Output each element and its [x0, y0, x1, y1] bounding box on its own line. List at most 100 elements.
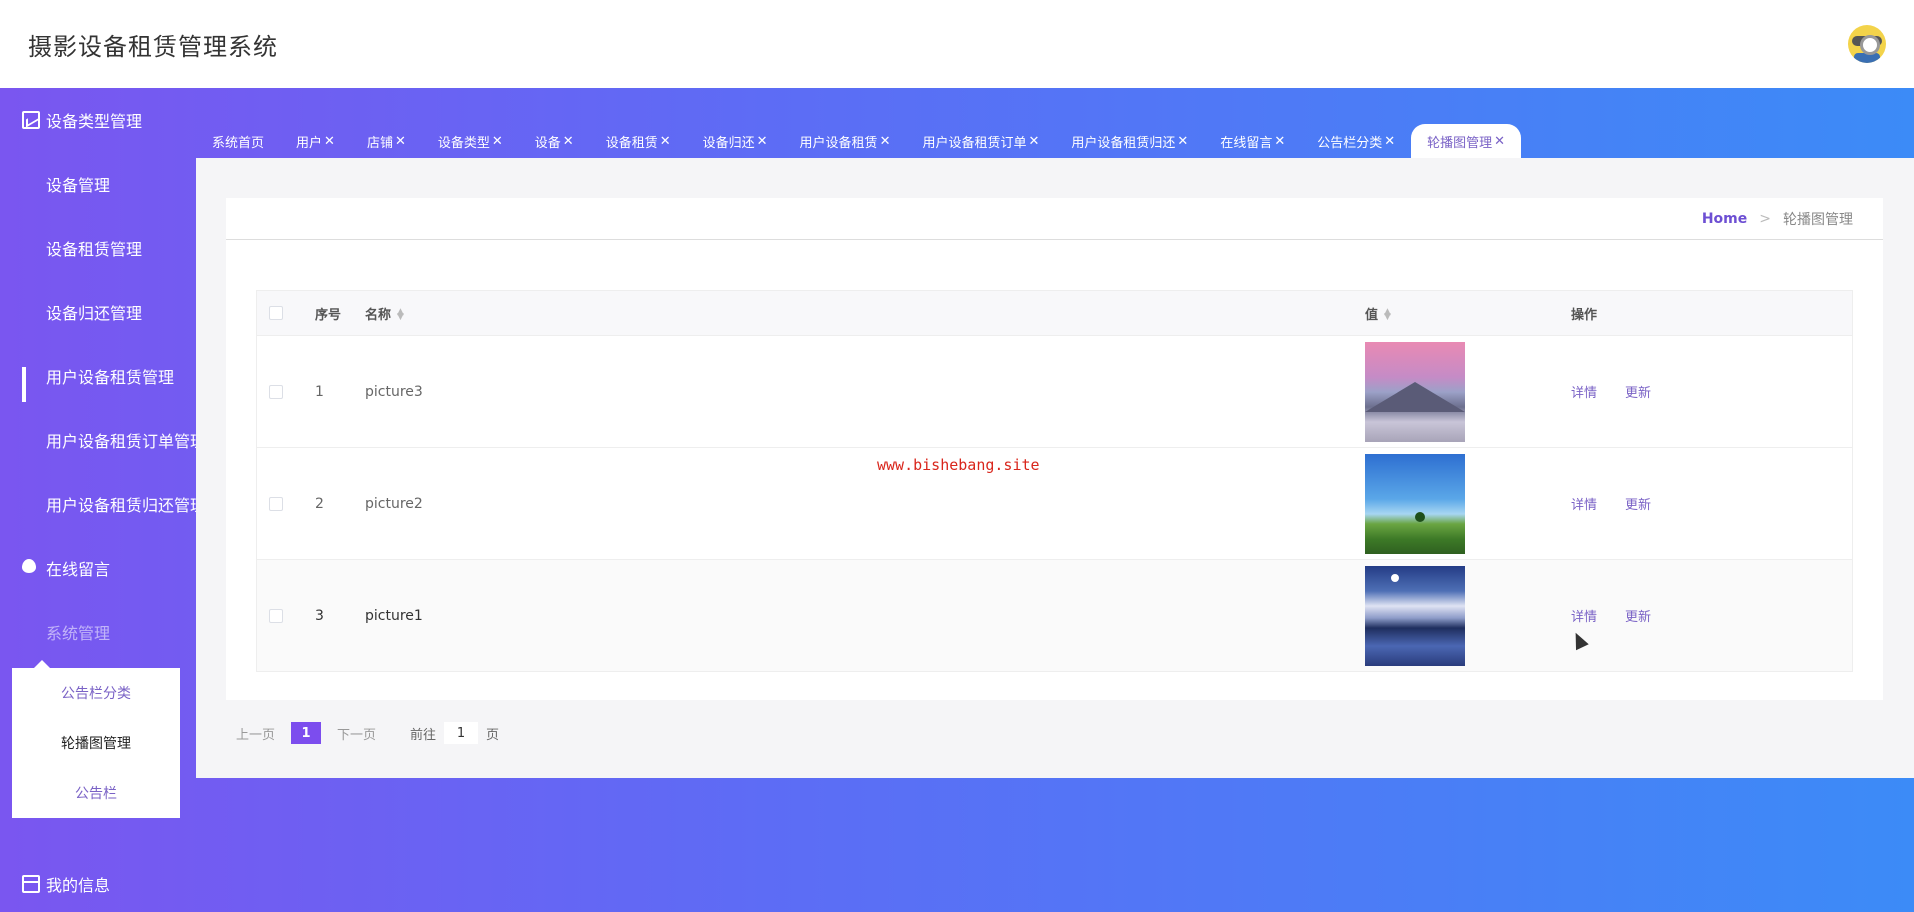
update-button[interactable]: 更新	[1625, 382, 1651, 401]
row-checkbox[interactable]	[269, 608, 283, 623]
carousel-image-thumbnail[interactable]	[1365, 565, 1465, 666]
close-icon[interactable]: ✕	[880, 134, 891, 149]
tab-label: 公告栏分类	[1317, 135, 1383, 151]
table-header: 序号 名称 ▲ ▼ 值 ▲ ▼ 操作	[257, 291, 1852, 335]
submenu-item-notice[interactable]: 公告栏	[12, 768, 180, 818]
close-icon[interactable]: ✕	[395, 134, 406, 149]
tab-label: 设备租赁	[605, 135, 658, 151]
sidebar-item-label: 在线留言	[46, 560, 111, 579]
tab-user[interactable]: 用户 ✕	[280, 124, 351, 158]
close-icon[interactable]: ✕	[1028, 134, 1039, 149]
column-header-ops: 操作	[1571, 307, 1598, 323]
row-checkbox[interactable]	[269, 384, 283, 399]
sort-icon[interactable]: ▲ ▼	[1384, 308, 1391, 322]
close-icon[interactable]: ✕	[324, 134, 335, 149]
select-all-checkbox[interactable]	[269, 306, 283, 320]
sidebar-item-label: 我的信息	[46, 876, 111, 895]
submenu-item-carousel[interactable]: 轮播图管理	[12, 718, 180, 768]
tab-label: 设备	[534, 135, 561, 151]
close-icon[interactable]: ✕	[492, 134, 503, 149]
column-header-name[interactable]: 名称 ▲ ▼	[365, 304, 1365, 323]
sidebar-item-user-rental-order[interactable]: 用户设备租赁订单管理	[0, 408, 196, 472]
tab-label: 用户设备租赁订单	[922, 135, 1027, 151]
pagination: 上一页 1 下一页 前往 1 页	[236, 722, 499, 744]
app-title: 摄影设备租赁管理系统	[28, 32, 278, 61]
sidebar-item-device-type[interactable]: 设备类型管理	[0, 88, 196, 152]
sidebar-item-label: 用户设备租赁管理	[46, 368, 175, 387]
tab-rental[interactable]: 设备租赁 ✕	[590, 124, 687, 158]
breadcrumb-separator: >	[1759, 210, 1771, 227]
user-avatar[interactable]	[1848, 25, 1886, 63]
carousel-image-thumbnail[interactable]	[1365, 341, 1465, 442]
close-icon[interactable]: ✕	[1494, 134, 1505, 149]
grid-icon	[22, 431, 40, 449]
tab-return[interactable]: 设备归还 ✕	[687, 124, 784, 158]
sidebar-item-system[interactable]: 系统管理	[0, 600, 196, 664]
column-header-label: 值	[1365, 307, 1379, 323]
sidebar-item-return[interactable]: 设备归还管理	[0, 280, 196, 344]
sidebar-item-label: 用户设备租赁归还管理	[46, 496, 196, 515]
tab-device[interactable]: 设备 ✕	[519, 124, 590, 158]
watermark-text: www.bishebang.site	[877, 456, 1040, 474]
tab-label: 用户设备租赁	[799, 135, 878, 151]
tab-shop[interactable]: 店铺 ✕	[351, 124, 422, 158]
sidebar-item-messages[interactable]: 在线留言	[0, 536, 196, 600]
sidebar-item-label: 设备类型管理	[46, 112, 143, 131]
breadcrumb-home[interactable]: Home	[1702, 211, 1747, 227]
row-name: picture3	[365, 383, 423, 400]
close-icon[interactable]: ✕	[757, 134, 768, 149]
tab-user-rental-order[interactable]: 用户设备租赁订单 ✕	[906, 124, 1055, 158]
sidebar-item-rental[interactable]: 设备租赁管理	[0, 216, 196, 280]
column-header-value[interactable]: 值 ▲ ▼	[1365, 304, 1565, 323]
tab-label: 用户设备租赁归还	[1071, 135, 1176, 151]
bar-chart-icon	[22, 367, 40, 402]
page-jump-input[interactable]: 1	[444, 722, 479, 744]
tab-messages[interactable]: 在线留言 ✕	[1204, 124, 1301, 158]
sidebar-item-label: 用户设备租赁订单管理	[46, 432, 196, 451]
card-icon	[22, 875, 40, 893]
line-chart-icon	[22, 111, 40, 129]
update-button[interactable]: 更新	[1625, 494, 1651, 513]
tab-user-rental[interactable]: 用户设备租赁 ✕	[784, 124, 907, 158]
update-button[interactable]: 更新	[1625, 606, 1651, 625]
close-icon[interactable]: ✕	[563, 134, 574, 149]
tab-home[interactable]: 系统首页	[196, 124, 280, 158]
sidebar-item-user-rental[interactable]: 用户设备租赁管理	[0, 344, 196, 408]
tab-label: 系统首页	[212, 135, 265, 151]
close-icon[interactable]: ✕	[1274, 134, 1285, 149]
grid-icon	[22, 495, 40, 513]
carousel-table: 序号 名称 ▲ ▼ 值 ▲ ▼ 操作 1 picture3 详情 更新 2 pictur…	[256, 290, 1853, 672]
sidebar-item-user-rental-return[interactable]: 用户设备租赁归还管理	[0, 472, 196, 536]
current-page-number[interactable]: 1	[291, 722, 322, 744]
tab-label: 设备归还	[702, 135, 755, 151]
prev-page-button[interactable]: 上一页	[236, 724, 275, 743]
table-row: 2 picture2 详情 更新	[257, 447, 1852, 559]
detail-button[interactable]: 详情	[1571, 494, 1597, 513]
sort-icon[interactable]: ▲ ▼	[397, 308, 404, 322]
tab-carousel[interactable]: 轮播图管理 ✕	[1411, 124, 1522, 158]
close-icon[interactable]: ✕	[1177, 134, 1188, 149]
tab-device-type[interactable]: 设备类型 ✕	[422, 124, 519, 158]
close-icon[interactable]: ✕	[660, 134, 671, 149]
row-name: picture1	[365, 607, 423, 624]
tab-notice-category[interactable]: 公告栏分类 ✕	[1301, 124, 1411, 158]
next-page-button[interactable]: 下一页	[337, 724, 376, 743]
tab-user-rental-return[interactable]: 用户设备租赁归还 ✕	[1055, 124, 1204, 158]
sidebar-item-label: 设备管理	[46, 176, 111, 195]
row-index: 2	[315, 495, 324, 512]
detail-button[interactable]: 详情	[1571, 382, 1597, 401]
grid-icon	[22, 623, 40, 641]
row-checkbox[interactable]	[269, 496, 283, 511]
grid-icon	[22, 175, 40, 193]
top-header: 摄影设备租赁管理系统	[0, 0, 1914, 88]
close-icon[interactable]: ✕	[1384, 134, 1395, 149]
bulb-icon	[22, 559, 40, 577]
tab-label: 店铺	[366, 135, 393, 151]
carousel-image-thumbnail[interactable]	[1365, 453, 1465, 554]
detail-button[interactable]: 详情	[1571, 606, 1597, 625]
submenu-item-notice-category[interactable]: 公告栏分类	[12, 668, 180, 718]
row-name: picture2	[365, 495, 423, 512]
table-row: 1 picture3 详情 更新	[257, 335, 1852, 447]
sidebar-item-my-info[interactable]: 我的信息	[0, 852, 110, 912]
sidebar-item-device[interactable]: 设备管理	[0, 152, 196, 216]
